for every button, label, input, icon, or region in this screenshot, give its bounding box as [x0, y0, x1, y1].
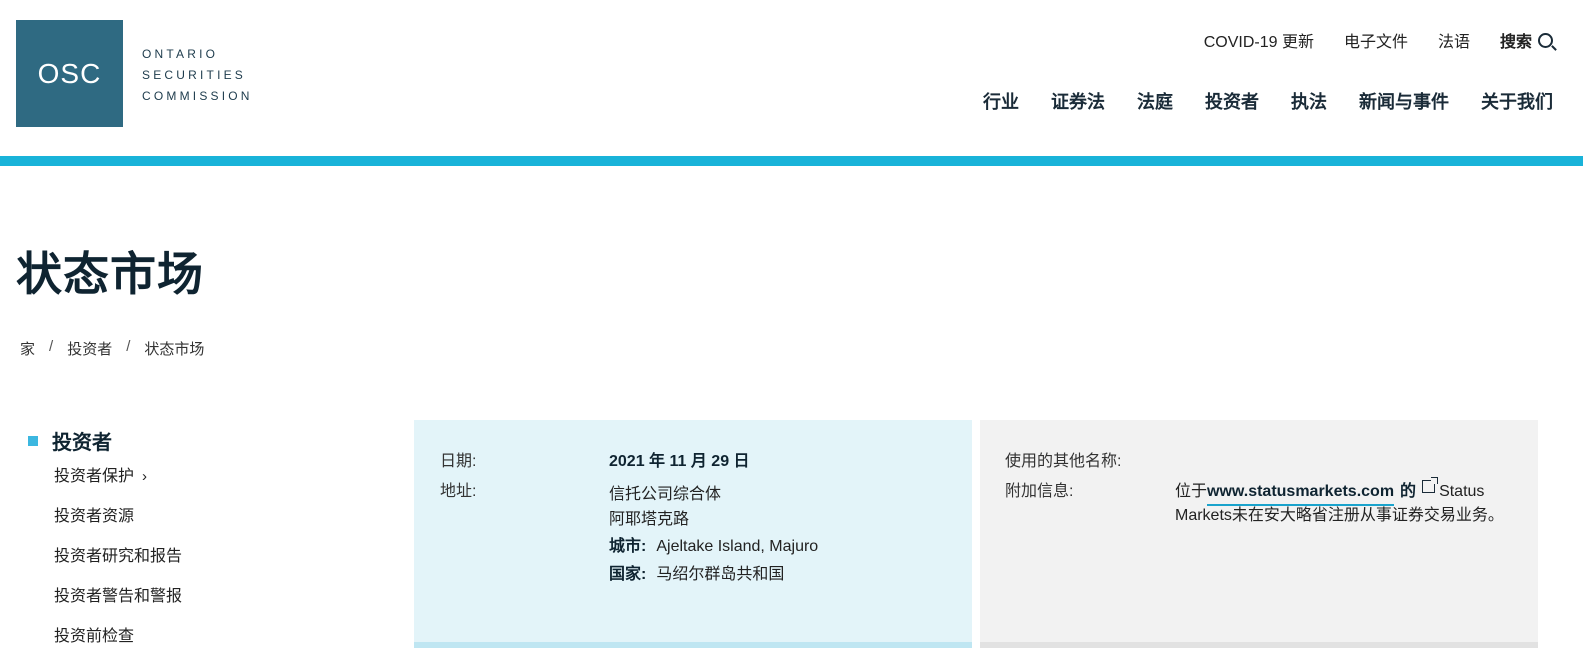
breadcrumb-investors[interactable]: 投资者	[67, 338, 112, 359]
search-icon	[1538, 32, 1553, 48]
square-bullet-icon	[28, 435, 38, 446]
country-label: 国家:	[609, 566, 647, 583]
address-line2: 阿耶塔克路	[609, 511, 690, 528]
address-row: 地址:	[440, 480, 476, 504]
nav-item-tribunal[interactable]: 法庭	[1137, 88, 1173, 114]
info-of: 的	[1400, 483, 1417, 500]
additional-row: 附加信息:	[1005, 480, 1073, 504]
details-card-bottom-border	[414, 642, 972, 648]
address-label: 地址:	[440, 483, 477, 500]
nav-item-enforcement[interactable]: 执法	[1291, 88, 1327, 114]
aliases-row: 使用的其他名称:	[1005, 450, 1121, 474]
sidebar-item-investor-resources[interactable]: 投资者资源	[54, 505, 358, 545]
aliases-label: 使用的其他名称:	[1005, 453, 1122, 470]
info-prefix: 位于	[1175, 483, 1208, 500]
additional-info-line1: 位于 www.statusmarkets.com 的 Status	[1175, 477, 1485, 506]
header-accent-bar	[0, 156, 1583, 166]
sidebar-item-investor-protection[interactable]: 投资者保护 ›	[54, 465, 358, 505]
logo-line-commission: COMMISSION	[142, 89, 253, 103]
page-title: 状态市场	[16, 248, 204, 300]
main-nav: 行业 证券法 法庭 投资者 执法 新闻与事件 关于我们	[983, 88, 1553, 114]
breadcrumb-current: 状态市场	[144, 341, 205, 358]
info-line2: Markets未在安大略省注册从事证券交易业务。	[1175, 507, 1504, 524]
logo-line-ontario: ONTARIO	[142, 47, 219, 61]
utility-link-french[interactable]: 法语	[1438, 28, 1470, 52]
date-value: 2021 年 11 月 29 日	[609, 453, 750, 470]
osc-logo[interactable]: OSC	[16, 20, 123, 127]
utility-link-covid[interactable]: COVID-19 更新	[1204, 28, 1314, 52]
sidebar-item-label: 投资前检查	[54, 628, 135, 645]
address-line2-row: 阿耶塔克路	[609, 508, 689, 532]
additional-label: 附加信息:	[1005, 483, 1074, 500]
breadcrumb: 家 / 投资者 / 状态市场	[20, 338, 204, 359]
sidebar-item-research-reports[interactable]: 投资者研究和报告	[54, 545, 358, 585]
sidebar-item-label: 投资者资源	[54, 508, 135, 525]
additional-info-card-bottom-border	[980, 642, 1538, 648]
utility-nav: COVID-19 更新 电子文件 法语 搜索	[1204, 28, 1553, 52]
sidebar-list: 投资者保护 › 投资者资源 投资者研究和报告 投资者警告和警报 投资前检查	[54, 465, 358, 665]
address-line1-row: 信托公司综合体	[609, 483, 721, 507]
breadcrumb-separator: /	[126, 338, 131, 355]
sidebar-heading-label: 投资者	[52, 432, 112, 454]
search-button[interactable]: 搜索	[1500, 28, 1553, 52]
nav-item-investors[interactable]: 投资者	[1205, 88, 1259, 114]
nav-item-about[interactable]: 关于我们	[1481, 88, 1553, 114]
sidebar-item-label: 投资者警告和警报	[54, 588, 183, 605]
sidebar-item-label: 投资者保护	[54, 468, 135, 485]
nav-item-securities-law[interactable]: 证券法	[1051, 88, 1105, 114]
logo-wordmark[interactable]: ONTARIO SECURITIES COMMISSION	[142, 44, 253, 107]
search-label: 搜索	[1499, 34, 1532, 51]
country-row: 国家: 马绍尔群岛共和国	[609, 563, 784, 587]
sidebar: 投资者 投资者保护 › 投资者资源 投资者研究和报告 投资者警告和警报 投资前检查	[28, 426, 358, 665]
city-row: 城市: Ajeltake Island, Majuro	[609, 535, 818, 559]
country-value: 马绍尔群岛共和国	[656, 566, 785, 583]
logo-line-securities: SECURITIES	[142, 68, 247, 82]
sidebar-item-check-before-investing[interactable]: 投资前检查	[54, 625, 358, 665]
sidebar-item-warnings-alerts[interactable]: 投资者警告和警报	[54, 585, 358, 625]
breadcrumb-home[interactable]: 家	[20, 338, 35, 359]
external-link-icon	[1422, 477, 1439, 493]
address-line1: 信托公司综合体	[609, 486, 722, 503]
chevron-right-icon: ›	[142, 468, 148, 485]
date-row: 日期:	[440, 450, 476, 474]
additional-info-line2: Markets未在安大略省注册从事证券交易业务。	[1175, 504, 1504, 528]
sidebar-item-label: 投资者研究和报告	[54, 548, 183, 565]
external-link-statusmarkets[interactable]: www.statusmarkets.com	[1207, 480, 1395, 506]
nav-item-news-events[interactable]: 新闻与事件	[1359, 88, 1449, 114]
breadcrumb-separator: /	[49, 338, 54, 355]
sidebar-heading[interactable]: 投资者	[28, 426, 358, 455]
date-value-row: 2021 年 11 月 29 日	[609, 450, 750, 474]
utility-link-edocs[interactable]: 电子文件	[1344, 28, 1408, 52]
city-label: 城市:	[609, 538, 647, 555]
info-line1-suffix: Status	[1439, 483, 1485, 500]
logo-abbr: OSC	[37, 57, 102, 89]
nav-item-industry[interactable]: 行业	[983, 88, 1019, 114]
city-value: Ajeltake Island, Majuro	[656, 538, 819, 555]
date-label: 日期:	[440, 453, 477, 470]
